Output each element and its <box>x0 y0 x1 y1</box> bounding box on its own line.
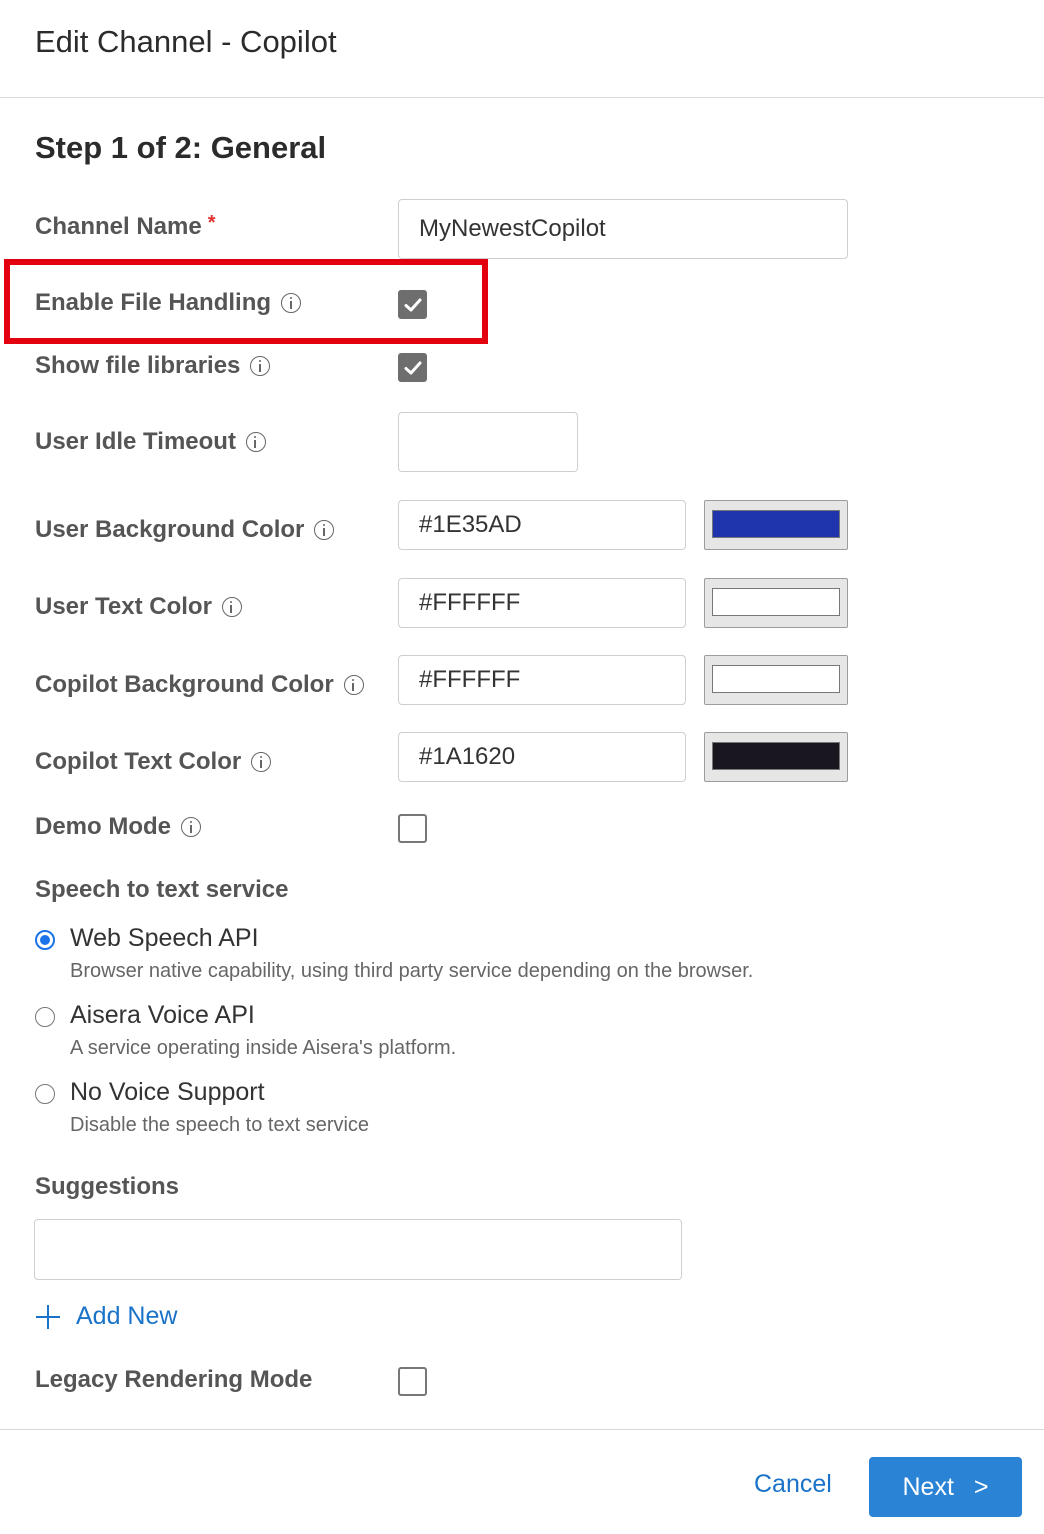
user-idle-timeout-input[interactable] <box>398 412 578 472</box>
user-background-color-picker[interactable] <box>704 500 848 550</box>
radio-label-web-speech-api[interactable]: Web Speech API <box>70 924 259 953</box>
copilot-text-color-picker[interactable] <box>704 732 848 782</box>
info-icon[interactable] <box>221 597 242 617</box>
required-marker: * <box>207 211 216 234</box>
copilot-text-color-label: Copilot Text Color <box>35 748 272 776</box>
info-icon[interactable] <box>250 356 271 376</box>
check-icon <box>404 298 422 312</box>
check-icon <box>404 361 422 375</box>
copilot-background-color-input[interactable] <box>398 655 686 705</box>
copilot-background-color-picker[interactable] <box>704 655 848 705</box>
enable-file-handling-label: Enable File Handling <box>35 289 302 317</box>
copilot-text-color-input[interactable] <box>398 732 686 782</box>
radio-web-speech-api[interactable] <box>35 930 55 950</box>
color-swatch <box>712 588 840 616</box>
show-file-libraries-label: Show file libraries <box>35 352 271 380</box>
radio-description: Browser native capability, using third p… <box>70 960 754 982</box>
legacy-rendering-mode-checkbox[interactable] <box>398 1367 427 1396</box>
add-new-suggestion-button[interactable]: Add New <box>34 1302 177 1331</box>
next-button[interactable]: Next > <box>869 1457 1022 1517</box>
legacy-rendering-mode-label: Legacy Rendering Mode <box>35 1366 313 1393</box>
user-text-color-label: User Text Color <box>35 593 242 621</box>
info-icon[interactable] <box>251 752 272 772</box>
user-text-color-picker[interactable] <box>704 578 848 628</box>
color-swatch <box>712 665 840 693</box>
info-icon[interactable] <box>343 675 364 695</box>
show-file-libraries-checkbox[interactable] <box>398 353 427 382</box>
demo-mode-label: Demo Mode <box>35 813 202 841</box>
speech-to-text-label: Speech to text service <box>35 876 289 903</box>
dialog-title: Edit Channel - Copilot <box>35 24 337 59</box>
cancel-button[interactable]: Cancel <box>754 1470 832 1499</box>
chevron-right-icon: > <box>973 1472 989 1501</box>
suggestion-input[interactable] <box>34 1219 682 1280</box>
user-background-color-input[interactable] <box>398 500 686 550</box>
dialog-header: Edit Channel - Copilot <box>0 0 1044 98</box>
radio-no-voice-support[interactable] <box>35 1084 55 1104</box>
demo-mode-checkbox[interactable] <box>398 814 427 843</box>
radio-aisera-voice-api[interactable] <box>35 1007 55 1027</box>
user-text-color-input[interactable] <box>398 578 686 628</box>
radio-description: Disable the speech to text service <box>70 1114 370 1136</box>
plus-icon <box>36 1304 60 1329</box>
radio-label-aisera-voice-api[interactable]: Aisera Voice API <box>70 1001 255 1030</box>
enable-file-handling-checkbox[interactable] <box>398 290 427 319</box>
user-idle-timeout-label: User Idle Timeout <box>35 428 266 456</box>
info-icon[interactable] <box>314 520 335 540</box>
user-background-color-label: User Background Color <box>35 516 335 544</box>
radio-label-no-voice-support[interactable]: No Voice Support <box>70 1078 265 1107</box>
info-icon[interactable] <box>181 817 202 837</box>
color-swatch <box>712 510 840 538</box>
info-icon[interactable] <box>281 293 302 313</box>
info-icon[interactable] <box>245 432 266 452</box>
channel-name-input[interactable] <box>398 199 848 259</box>
channel-name-label: Channel Name * <box>35 211 216 241</box>
radio-description: A service operating inside Aisera's plat… <box>70 1037 457 1059</box>
copilot-background-color-label: Copilot Background Color <box>35 671 364 699</box>
suggestions-label: Suggestions <box>35 1173 180 1200</box>
color-swatch <box>712 742 840 770</box>
step-title: Step 1 of 2: General <box>35 130 327 165</box>
